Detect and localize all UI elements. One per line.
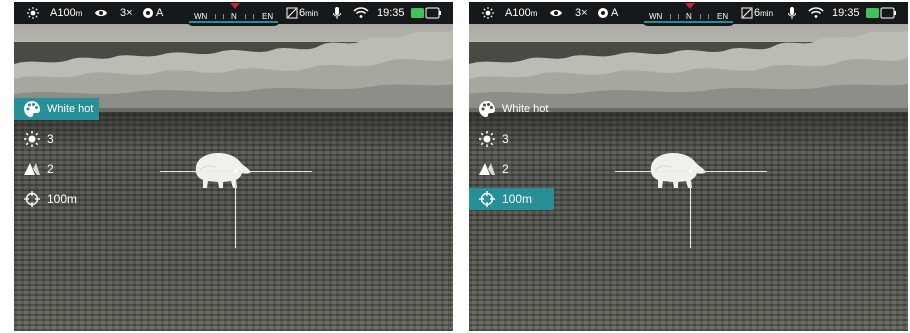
clock-readout: 19:35 [832, 7, 860, 19]
battery-icon [865, 2, 897, 24]
wifi-icon [353, 2, 369, 24]
compass-strip: WN N EN [642, 3, 735, 26]
sun-icon [481, 2, 495, 24]
wild-boar-target [650, 153, 706, 188]
reticle-center [234, 170, 237, 173]
palette-icon [23, 100, 41, 118]
compass-label-en: EN [262, 12, 274, 21]
reticle-center [689, 170, 692, 173]
wifi-icon [808, 2, 824, 24]
menu-value-range: 100m [47, 192, 78, 206]
clock-readout: 19:35 [377, 7, 405, 19]
microphone-icon [787, 2, 797, 24]
menu-item-palette[interactable]: White hot [469, 98, 554, 120]
palette-icon [478, 100, 496, 118]
battery-icon [410, 2, 442, 24]
sleep-timer-readout: 6min [754, 7, 774, 19]
compass-label-en: EN [717, 12, 729, 21]
eye-icon [549, 2, 563, 24]
compass-label-wn: WN [649, 12, 663, 21]
menu-item-range[interactable]: 100m [469, 188, 554, 210]
compass-label-n: N [231, 12, 237, 21]
compass-label-n: N [686, 12, 692, 21]
mode-readout: A [611, 7, 619, 19]
gear-icon [597, 2, 609, 24]
reticle-vertical [235, 170, 236, 248]
gear-icon [142, 2, 154, 24]
sleep-timer-icon [286, 2, 298, 24]
menu-item-contrast[interactable]: 2 [14, 158, 99, 180]
sleep-timer-readout: 6min [299, 7, 319, 19]
wild-boar-target [195, 153, 251, 188]
menu-label-palette: White hot [47, 103, 94, 115]
compass-label-wn: WN [194, 12, 208, 21]
zoom-readout: A100m [505, 7, 538, 19]
reticle-vertical [690, 170, 691, 248]
compass-heading-marker [685, 3, 695, 9]
contrast-icon [478, 160, 496, 178]
compass-heading-marker [230, 3, 240, 9]
menu-value-range: 100m [502, 192, 533, 206]
menu-item-contrast[interactable]: 2 [469, 158, 554, 180]
sun-icon [23, 130, 41, 148]
menu-value-brightness: 3 [502, 132, 509, 146]
menu-label-palette: White hot [502, 103, 549, 115]
crosshair-icon [478, 190, 496, 208]
sleep-timer-icon [741, 2, 753, 24]
zoom-readout: A100m [50, 7, 83, 19]
menu-item-brightness[interactable]: 3 [14, 128, 99, 150]
menu-value-contrast: 2 [47, 162, 54, 176]
crosshair-icon [23, 190, 41, 208]
menu-item-palette[interactable]: White hot [14, 98, 99, 120]
mode-readout: A [156, 7, 164, 19]
contrast-icon [23, 160, 41, 178]
eye-icon [94, 2, 108, 24]
magnification-readout: 3× [575, 7, 588, 19]
sun-icon [478, 130, 496, 148]
thermal-screen-right: A100m 3× A 6min 19:35 WN N EN White hot … [469, 2, 908, 331]
thermal-screen-left: A100m 3× A 6min 19:35 WN N EN White hot … [14, 2, 453, 331]
magnification-readout: 3× [120, 7, 133, 19]
menu-item-brightness[interactable]: 3 [469, 128, 554, 150]
microphone-icon [332, 2, 342, 24]
menu-item-range[interactable]: 100m [14, 188, 99, 210]
menu-value-contrast: 2 [502, 162, 509, 176]
menu-value-brightness: 3 [47, 132, 54, 146]
compass-strip: WN N EN [187, 3, 280, 26]
sun-icon [26, 2, 40, 24]
